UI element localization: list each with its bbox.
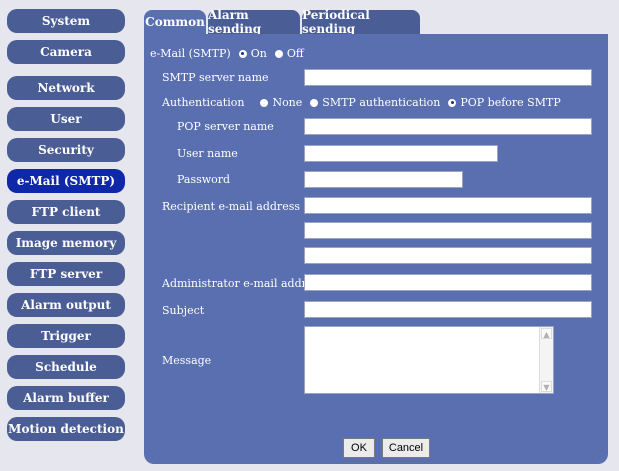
message-label: Message xyxy=(162,354,212,367)
password-field[interactable] xyxy=(304,171,463,188)
auth-smtp-label: SMTP authentication xyxy=(322,96,441,109)
recipient-email-field-1[interactable] xyxy=(304,197,592,214)
email-smtp-off-label: Off xyxy=(286,47,304,60)
sidebar-item-image-memory[interactable]: Image memory xyxy=(7,231,125,255)
email-smtp-on-radio[interactable] xyxy=(238,49,247,58)
ok-button[interactable]: OK xyxy=(343,438,375,458)
recipient-email-field-2[interactable] xyxy=(304,222,592,239)
password-label: Password xyxy=(177,173,231,186)
smtp-server-name-field[interactable] xyxy=(304,69,592,86)
sidebar-item-system[interactable]: System xyxy=(7,9,125,33)
subject-label: Subject xyxy=(162,304,205,317)
smtp-server-name-label: SMTP server name xyxy=(162,71,269,84)
sidebar-item-network[interactable]: Network xyxy=(7,76,125,100)
tab-alarm-sending[interactable]: Alarm sending xyxy=(208,8,300,36)
sidebar-item-alarm-buffer[interactable]: Alarm buffer xyxy=(7,386,125,410)
auth-smtp-radio[interactable] xyxy=(310,98,319,107)
sidebar-item-alarm-output[interactable]: Alarm output xyxy=(7,293,125,317)
tab-periodical-sending[interactable]: Periodical sending xyxy=(302,8,420,36)
auth-pop-before-smtp-label: POP before SMTP xyxy=(460,96,561,109)
email-smtp-off-radio[interactable] xyxy=(274,49,283,58)
cancel-button[interactable]: Cancel xyxy=(382,438,430,458)
email-smtp-label: e-Mail (SMTP) xyxy=(150,47,231,60)
sidebar-item-email-smtp[interactable]: e-Mail (SMTP) xyxy=(7,169,125,193)
sidebar-item-user[interactable]: User xyxy=(7,107,125,131)
pop-server-name-label: POP server name xyxy=(177,120,274,133)
email-smtp-on-label: On xyxy=(250,47,267,60)
sidebar-item-motion-detection[interactable]: Motion detection xyxy=(7,417,125,441)
sidebar-item-schedule[interactable]: Schedule xyxy=(7,355,125,379)
user-name-label: User name xyxy=(177,147,238,160)
authentication-options: Authentication None SMTP authentication … xyxy=(162,96,569,109)
sidebar-item-ftp-client[interactable]: FTP client xyxy=(7,200,125,224)
authentication-label: Authentication xyxy=(162,96,245,109)
settings-panel: e-Mail (SMTP) On Off SMTP server name Au… xyxy=(144,34,608,464)
subject-field[interactable] xyxy=(304,301,592,318)
recipient-email-field-3[interactable] xyxy=(304,247,592,264)
scroll-up-icon[interactable]: ▲ xyxy=(541,328,552,339)
auth-none-label: None xyxy=(272,96,303,109)
administrator-email-label: Administrator e-mail address xyxy=(162,277,325,290)
sidebar-item-ftp-server[interactable]: FTP server xyxy=(7,262,125,286)
sidebar-item-camera[interactable]: Camera xyxy=(7,40,125,64)
sidebar-item-trigger[interactable]: Trigger xyxy=(7,324,125,348)
message-textarea[interactable]: ▲ ▼ xyxy=(304,326,554,394)
auth-pop-before-smtp-radio[interactable] xyxy=(448,98,457,107)
scroll-down-icon[interactable]: ▼ xyxy=(541,381,552,392)
recipient-email-label: Recipient e-mail address xyxy=(162,200,300,213)
administrator-email-field[interactable] xyxy=(304,274,592,291)
email-smtp-toggle: e-Mail (SMTP) On Off xyxy=(150,47,312,60)
pop-server-name-field[interactable] xyxy=(304,118,592,135)
user-name-field[interactable] xyxy=(304,145,498,162)
auth-none-radio[interactable] xyxy=(260,98,269,107)
sidebar-item-security[interactable]: Security xyxy=(7,138,125,162)
message-scrollbar[interactable]: ▲ ▼ xyxy=(539,327,553,393)
tab-common[interactable]: Common xyxy=(144,10,206,34)
